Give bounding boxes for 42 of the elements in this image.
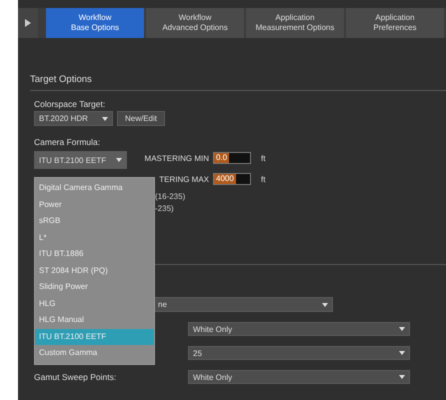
field-label: Gamut Sweep Points: xyxy=(34,372,116,382)
dropdown-option[interactable]: HLG xyxy=(35,296,154,312)
caret-icon xyxy=(399,351,405,355)
dropdown-option[interactable]: Power xyxy=(35,196,154,213)
option-text: (16-235) xyxy=(155,192,186,203)
dropdown-option[interactable]: Custom Gamma xyxy=(35,345,154,362)
dropdown[interactable]: ne xyxy=(153,297,333,312)
tab[interactable]: Workflow Base Options xyxy=(46,8,144,38)
dropdown-option[interactable]: L* xyxy=(35,230,154,246)
menu-button[interactable] xyxy=(18,8,38,38)
new-edit-button[interactable]: New/Edit xyxy=(117,111,165,126)
caret-icon xyxy=(102,116,108,120)
dropdown-option[interactable]: ITU BT.1886 xyxy=(35,246,154,262)
field-label: Camera Formula: xyxy=(33,137,102,148)
caret-icon xyxy=(399,375,405,379)
dropdown-option[interactable]: Sliding Power xyxy=(35,279,154,296)
tab[interactable]: Workflow Advanced Options xyxy=(146,8,244,38)
dropdown[interactable]: White Only xyxy=(188,370,410,384)
mastering-label: TERING MAX xyxy=(158,174,209,184)
field-label: Colorspace Target: xyxy=(33,99,106,110)
dropdown-option[interactable]: ST 2084 HDR (PQ) xyxy=(35,262,154,279)
dropdown-option[interactable]: sRGB xyxy=(35,213,154,230)
dropdown-option[interactable]: HLG Manual xyxy=(35,312,154,328)
caret-icon xyxy=(116,158,122,162)
dropdown-option[interactable]: ITU BT.2100 EETF xyxy=(35,328,154,345)
mastering-input[interactable]: 0.0 xyxy=(213,152,251,164)
caret-icon xyxy=(322,302,328,306)
colorspace-dropdown[interactable]: BT.2020 HDR xyxy=(34,111,113,126)
unit-label: ft xyxy=(261,174,266,184)
tab[interactable]: Application Preferences xyxy=(346,8,444,38)
mastering-label: MASTERING MIN xyxy=(144,154,209,162)
dropdown[interactable]: White Only xyxy=(188,322,410,336)
dropdown[interactable]: 25 xyxy=(188,346,410,360)
camera-formula-dropdown[interactable]: ITU BT.2100 EETF xyxy=(34,151,127,169)
option-text: -235) xyxy=(155,204,175,215)
unit-label: ft xyxy=(261,154,266,162)
tab[interactable]: Application Measurement Options xyxy=(246,8,344,38)
caret-icon xyxy=(399,327,405,331)
mastering-input[interactable]: 4000 xyxy=(213,173,251,185)
dropdown-option[interactable]: Digital Camera Gamma xyxy=(35,180,154,196)
section-title: Target Options xyxy=(30,74,93,86)
play-icon xyxy=(25,19,31,27)
